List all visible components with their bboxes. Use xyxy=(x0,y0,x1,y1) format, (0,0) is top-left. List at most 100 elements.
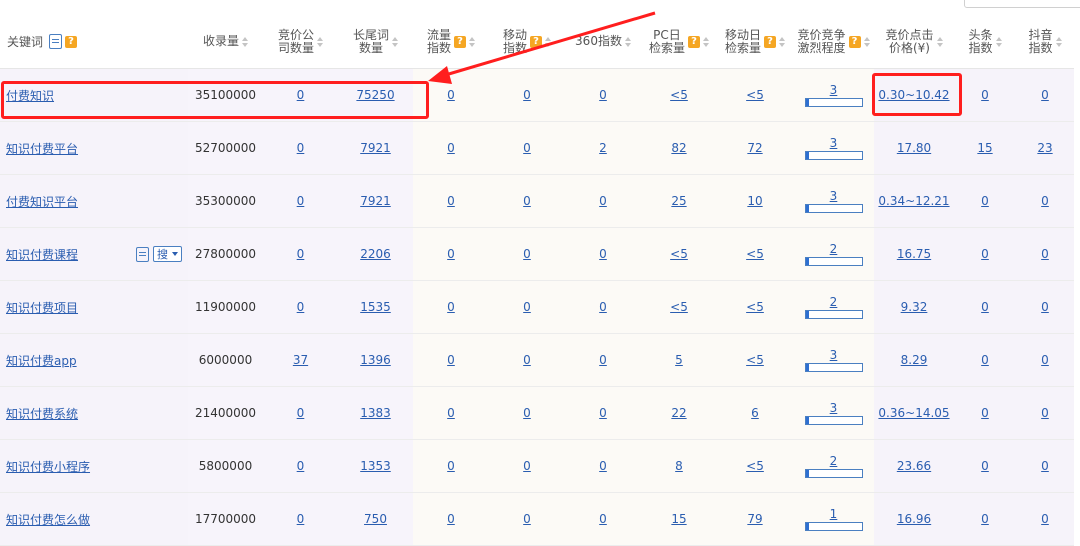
copy-icon[interactable] xyxy=(136,246,149,262)
pc-daily-link[interactable]: <5 xyxy=(670,300,688,314)
mobile-index-link[interactable]: 0 xyxy=(523,247,531,261)
mobile-index-link[interactable]: 0 xyxy=(523,194,531,208)
douyin-index-link[interactable]: 0 xyxy=(1041,406,1049,420)
keyword-link[interactable]: 知识付费系统 xyxy=(0,405,78,422)
help-icon[interactable]: ? xyxy=(454,35,466,48)
col-longtail[interactable]: 长尾词 数量 xyxy=(338,15,413,69)
toutiao-index-link[interactable]: 0 xyxy=(981,512,989,526)
pc-daily-link[interactable]: <5 xyxy=(670,88,688,102)
pc-daily-link[interactable]: 22 xyxy=(671,406,686,420)
keyword-link[interactable]: 知识付费怎么做 xyxy=(0,511,90,528)
sort-icon[interactable] xyxy=(469,36,475,47)
longtail-link[interactable]: 75250 xyxy=(356,88,394,102)
index-360-link[interactable]: 2 xyxy=(599,141,607,155)
douyin-index-link[interactable]: 0 xyxy=(1041,459,1049,473)
traffic-index-link[interactable]: 0 xyxy=(447,247,455,261)
bid-price-link[interactable]: 0.34~12.21 xyxy=(878,194,949,208)
index-360-link[interactable]: 0 xyxy=(599,247,607,261)
index-360-link[interactable]: 0 xyxy=(599,512,607,526)
pc-daily-link[interactable]: 82 xyxy=(671,141,686,155)
traffic-index-link[interactable]: 0 xyxy=(447,353,455,367)
traffic-index-link[interactable]: 0 xyxy=(447,194,455,208)
toutiao-index-link[interactable]: 0 xyxy=(981,88,989,102)
mobile-daily-link[interactable]: 6 xyxy=(751,406,759,420)
col-competitors[interactable]: 竞价公 司数量 xyxy=(263,15,338,69)
toutiao-index-link[interactable]: 15 xyxy=(977,141,992,155)
search-dropdown[interactable]: 搜 xyxy=(153,246,182,262)
col-douyin[interactable]: 抖音 指数 xyxy=(1016,15,1074,69)
col-pc[interactable]: PC日 检索量? xyxy=(641,15,717,69)
index-360-link[interactable]: 0 xyxy=(599,300,607,314)
toutiao-index-link[interactable]: 0 xyxy=(981,406,989,420)
copy-icon[interactable] xyxy=(49,34,63,49)
sort-icon[interactable] xyxy=(624,36,631,47)
competitors-link[interactable]: 0 xyxy=(297,459,305,473)
keyword-link[interactable]: 知识付费小程序 xyxy=(0,458,90,475)
col-mobile[interactable]: 移动 指数? xyxy=(489,15,565,69)
pc-daily-link[interactable]: 25 xyxy=(671,194,686,208)
index-360-link[interactable]: 0 xyxy=(599,459,607,473)
bid-price-link[interactable]: 9.32 xyxy=(901,300,928,314)
competitors-link[interactable]: 0 xyxy=(297,247,305,261)
douyin-index-link[interactable]: 0 xyxy=(1041,353,1049,367)
index-360-link[interactable]: 0 xyxy=(599,88,607,102)
competitors-link[interactable]: 0 xyxy=(297,88,305,102)
douyin-index-link[interactable]: 0 xyxy=(1041,512,1049,526)
competition-link[interactable]: 2 xyxy=(830,295,838,309)
bid-price-link[interactable]: 16.75 xyxy=(897,247,931,261)
pc-daily-link[interactable]: <5 xyxy=(670,247,688,261)
bid-price-link[interactable]: 0.36~14.05 xyxy=(878,406,949,420)
sort-icon[interactable] xyxy=(995,36,1002,47)
help-icon[interactable]: ? xyxy=(764,35,776,48)
competition-link[interactable]: 1 xyxy=(830,507,838,521)
competitors-link[interactable]: 0 xyxy=(297,512,305,526)
help-icon[interactable]: ? xyxy=(530,35,542,48)
mobile-daily-link[interactable]: <5 xyxy=(746,353,764,367)
mobile-daily-link[interactable]: 10 xyxy=(747,194,762,208)
longtail-link[interactable]: 7921 xyxy=(360,194,391,208)
douyin-index-link[interactable]: 0 xyxy=(1041,88,1049,102)
sort-icon[interactable] xyxy=(545,36,551,47)
col-mobile-daily[interactable]: 移动日 检索量? xyxy=(717,15,793,69)
competition-link[interactable]: 3 xyxy=(830,83,838,97)
index-360-link[interactable]: 0 xyxy=(599,353,607,367)
mobile-index-link[interactable]: 0 xyxy=(523,300,531,314)
col-volume[interactable]: 收录量 xyxy=(188,15,263,69)
sort-icon[interactable] xyxy=(779,36,785,47)
competition-link[interactable]: 3 xyxy=(830,136,838,150)
keyword-link[interactable]: 付费知识平台 xyxy=(0,193,78,210)
help-icon[interactable]: ? xyxy=(65,35,78,48)
competition-link[interactable]: 3 xyxy=(830,189,838,203)
pc-daily-link[interactable]: 15 xyxy=(671,512,686,526)
competition-link[interactable]: 3 xyxy=(830,348,838,362)
sort-icon[interactable] xyxy=(1055,36,1062,47)
mobile-index-link[interactable]: 0 xyxy=(523,459,531,473)
col-toutiao[interactable]: 头条 指数 xyxy=(954,15,1016,69)
index-360-link[interactable]: 0 xyxy=(599,406,607,420)
sort-icon[interactable] xyxy=(317,36,323,47)
keyword-link[interactable]: 知识付费app xyxy=(0,352,77,369)
traffic-index-link[interactable]: 0 xyxy=(447,141,455,155)
toutiao-index-link[interactable]: 0 xyxy=(981,459,989,473)
traffic-index-link[interactable]: 0 xyxy=(447,300,455,314)
douyin-index-link[interactable]: 0 xyxy=(1041,300,1049,314)
pc-daily-link[interactable]: 8 xyxy=(675,459,683,473)
longtail-link[interactable]: 1353 xyxy=(360,459,391,473)
longtail-link[interactable]: 7921 xyxy=(360,141,391,155)
mobile-index-link[interactable]: 0 xyxy=(523,88,531,102)
longtail-link[interactable]: 1383 xyxy=(360,406,391,420)
competitors-link[interactable]: 0 xyxy=(297,300,305,314)
sort-icon[interactable] xyxy=(242,36,248,47)
longtail-link[interactable]: 750 xyxy=(364,512,387,526)
col-bid-price[interactable]: 竞价点击 价格(¥) xyxy=(874,15,954,69)
mobile-daily-link[interactable]: 79 xyxy=(747,512,762,526)
mobile-daily-link[interactable]: <5 xyxy=(746,459,764,473)
mobile-daily-link[interactable]: <5 xyxy=(746,88,764,102)
longtail-link[interactable]: 1535 xyxy=(360,300,391,314)
mobile-daily-link[interactable]: <5 xyxy=(746,300,764,314)
mobile-daily-link[interactable]: <5 xyxy=(746,247,764,261)
mobile-index-link[interactable]: 0 xyxy=(523,512,531,526)
sort-icon[interactable] xyxy=(863,36,870,47)
traffic-index-link[interactable]: 0 xyxy=(447,459,455,473)
toutiao-index-link[interactable]: 0 xyxy=(981,300,989,314)
